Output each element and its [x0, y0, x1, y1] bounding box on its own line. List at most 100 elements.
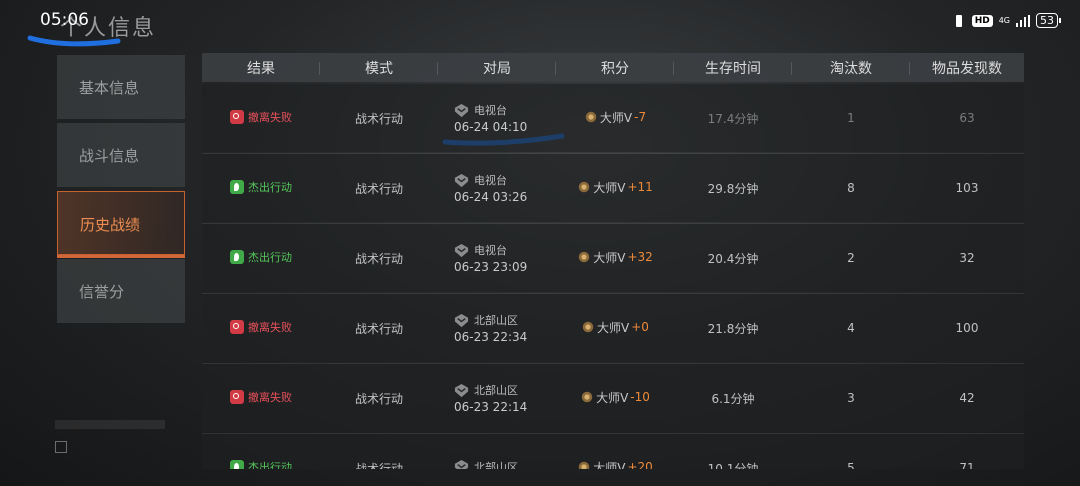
master-rank-icon	[578, 182, 590, 193]
result-label: 撤离失败	[248, 111, 292, 124]
extraction-failed-icon	[230, 390, 244, 404]
column-header-mode: 模式	[320, 58, 438, 78]
result-badge: 杰出行动	[230, 179, 292, 195]
score-delta: +11	[627, 180, 653, 195]
rank-label: 大师V	[597, 320, 630, 335]
survival-time-cell: 6.1分钟	[711, 391, 755, 406]
master-rank-icon	[585, 112, 597, 123]
rank-label: 大师V	[599, 110, 633, 125]
mode-cell: 战术行动	[354, 251, 403, 266]
master-rank-icon	[581, 392, 593, 403]
outstanding-action-icon	[230, 460, 244, 469]
status-bar: 个人信息 05:06 HD 4G 53	[0, 0, 1080, 41]
table-row[interactable]: 杰出行动 战术行动 电视台 06-23 23:09 大师V +32 20.4分钟 …	[202, 224, 1024, 294]
sidebar-item-credit-score[interactable]: 信誉分	[57, 259, 185, 323]
sidebar-item-match-history[interactable]: 历史战绩	[57, 191, 185, 258]
match-cell: 电视台 06-24 04:10	[454, 102, 540, 134]
score-delta: -10	[630, 390, 650, 405]
hd-icon: HD	[971, 14, 993, 27]
match-cell: 北部山区 06-23 22:14	[454, 382, 540, 414]
kills-cell: 8	[847, 181, 855, 195]
rank-label: 大师V	[593, 250, 626, 265]
map-name: 北部山区	[474, 314, 518, 327]
map-icon	[454, 173, 469, 187]
score-cell: 大师V +11	[577, 179, 653, 196]
map-icon	[454, 243, 469, 257]
score-delta: +32	[627, 250, 653, 265]
rank-label: 大师V	[593, 180, 626, 195]
battery-indicator: 53	[1036, 13, 1061, 28]
sidebar: 基本信息 战斗信息 历史战绩 信誉分	[57, 55, 187, 327]
network-type-label: 4G	[998, 15, 1010, 25]
sidebar-item-label: 信誉分	[79, 283, 125, 301]
mode-cell: 战术行动	[354, 461, 403, 470]
kills-cell: 5	[847, 461, 855, 469]
score-cell: 大师V +32	[577, 249, 653, 266]
sidebar-item-combat-info[interactable]: 战斗信息	[57, 123, 185, 187]
score-cell: 大师V -10	[580, 389, 650, 406]
survival-time-cell: 29.8分钟	[707, 181, 759, 196]
score-delta: -7	[634, 110, 647, 125]
sidebar-item-basic-info[interactable]: 基本信息	[57, 55, 185, 119]
table-row[interactable]: 杰出行动 战术行动 电视台 06-24 03:26 大师V +11 29.8分钟 …	[202, 154, 1024, 224]
result-badge: 杰出行动	[230, 249, 292, 265]
mode-cell: 战术行动	[354, 181, 403, 196]
column-header-items-found: 物品发现数	[932, 60, 1002, 77]
survival-time-cell: 21.8分钟	[707, 321, 759, 336]
kills-cell: 1	[847, 111, 855, 125]
survival-time-cell: 17.4分钟	[707, 111, 759, 126]
rank-label: 大师V	[593, 460, 626, 469]
sidebar-item-label: 基本信息	[79, 79, 140, 97]
score-cell: 大师V -7	[584, 109, 646, 126]
outstanding-action-icon	[230, 250, 244, 264]
column-header-match: 对局	[438, 58, 556, 78]
sidebar-item-label: 战斗信息	[79, 147, 140, 165]
table-header: 结果 模式 对局 积分 生存时间 淘汰数 物品发现数	[202, 53, 1024, 82]
score-delta: +0	[631, 320, 649, 335]
map-name: 电视台	[474, 174, 507, 187]
match-cell: 电视台 06-24 03:26	[454, 172, 540, 204]
master-rank-icon	[582, 322, 594, 333]
mode-cell: 战术行动	[354, 321, 403, 336]
column-header-score: 积分	[556, 58, 674, 78]
score-delta: +20	[627, 460, 653, 469]
kills-cell: 3	[847, 391, 855, 405]
mode-cell: 战术行动	[354, 111, 403, 126]
match-cell: 电视台 06-23 23:09	[454, 242, 540, 274]
result-label: 杰出行动	[248, 181, 292, 194]
table-row[interactable]: 撤离失败 战术行动 电视台 06-24 04:10 大师V -7 17.4分钟 1…	[202, 84, 1024, 154]
match-cell: 北部山区	[454, 459, 540, 469]
map-icon	[454, 383, 469, 397]
master-rank-icon	[578, 252, 590, 263]
map-name: 电视台	[474, 244, 507, 257]
faint-bar	[55, 420, 165, 429]
score-cell: 大师V +0	[581, 319, 649, 336]
items-found-cell: 32	[959, 251, 975, 265]
result-badge: 撤离失败	[230, 109, 292, 125]
result-badge: 撤离失败	[230, 319, 292, 335]
score-cell: 大师V +20	[577, 459, 653, 469]
table-row[interactable]: 撤离失败 战术行动 北部山区 06-23 22:14 大师V -10 6.1分钟 …	[202, 364, 1024, 434]
outstanding-action-icon	[230, 180, 244, 194]
survival-time-cell: 10.1分钟	[707, 461, 759, 470]
checkbox[interactable]	[55, 441, 67, 453]
items-found-cell: 42	[959, 391, 975, 405]
column-header-kills: 淘汰数	[792, 58, 910, 78]
match-time: 06-23 22:14	[454, 400, 528, 414]
rank-label: 大师V	[596, 390, 629, 405]
items-found-cell: 71	[959, 461, 975, 469]
items-found-cell: 63	[959, 111, 975, 125]
table-row[interactable]: 撤离失败 战术行动 北部山区 06-23 22:34 大师V +0 21.8分钟 …	[202, 294, 1024, 364]
result-label: 杰出行动	[248, 251, 292, 264]
map-name: 电视台	[474, 104, 507, 117]
status-clock: 05:06	[40, 10, 89, 30]
kills-cell: 2	[847, 251, 855, 265]
table-row[interactable]: 杰出行动 战术行动 北部山区 大师V +20 10.1分钟 5 71	[202, 434, 1024, 469]
result-badge: 撤离失败	[230, 389, 292, 405]
signal-icon	[1016, 14, 1030, 27]
result-badge: 杰出行动	[230, 459, 292, 469]
result-label: 杰出行动	[248, 461, 292, 469]
extraction-failed-icon	[230, 320, 244, 334]
column-header-survival-time: 生存时间	[674, 58, 792, 78]
match-time: 06-24 03:26	[454, 190, 528, 204]
